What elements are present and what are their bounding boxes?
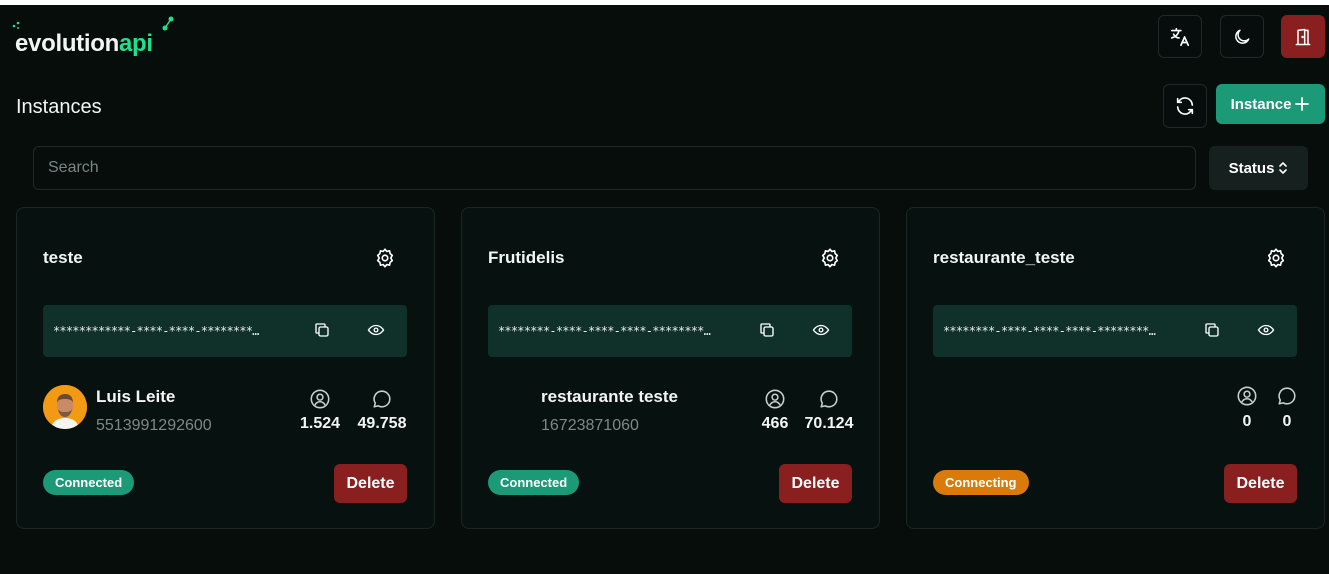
copy-icon[interactable] [313,321,331,339]
evolution-api-logo[interactable]: evolution api [12,16,174,57]
chats-count: 70.124 [804,415,854,432]
avatar-photo-icon [43,385,87,429]
instance-card: Frutidelis ********-****-****-****-*****… [461,207,880,529]
status-badge: Connected [488,470,580,495]
instance-name: restaurante_teste [933,248,1075,267]
instance-card: teste ************-****-****-********… L… [16,207,435,529]
theme-toggle-button[interactable] [1220,15,1264,58]
contacts-icon [765,389,785,409]
logo-dots-icon [12,21,20,29]
chat-bubble-icon [820,390,838,408]
logout-button[interactable] [1281,15,1325,58]
refresh-icon [1176,97,1194,115]
delete-button[interactable]: Delete [334,464,407,503]
chat-bubble-icon [1278,387,1296,405]
moon-icon [1235,29,1250,44]
profile-name: Luis Leite [96,387,176,406]
logo-node-icon [162,16,174,31]
api-token-text: ********-****-****-****-********… [943,324,1156,338]
refresh-button[interactable] [1163,84,1207,128]
translate-icon [1170,27,1190,46]
api-token-box: ************-****-****-********… [43,305,407,357]
plus-icon [1295,97,1310,111]
profile-number: 5513991292600 [96,417,212,434]
contacts-count: 466 [761,415,789,432]
language-button[interactable] [1158,15,1202,58]
delete-button[interactable]: Delete [779,464,852,503]
add-instance-button[interactable]: Instance [1216,84,1325,124]
status-badge: Connecting [933,470,1029,495]
logo-text-api: api [118,30,153,57]
profile-number: 16723871060 [541,417,639,434]
api-token-box: ********-****-****-****-********… [933,305,1297,357]
eye-icon[interactable] [812,321,830,339]
copy-icon[interactable] [1203,321,1221,339]
search-input[interactable] [33,146,1196,190]
top-strip [0,0,1329,5]
api-token-text: ************-****-****-********… [53,324,259,338]
instance-card: restaurante_teste ********-****-****-***… [906,207,1325,529]
contacts-count: 1.524 [299,415,341,432]
api-token-text: ********-****-****-****-********… [498,324,711,338]
instance-name: Frutidelis [488,248,565,267]
eye-icon[interactable] [367,321,385,339]
chats-count: 0 [1282,413,1292,430]
eye-icon[interactable] [1257,321,1275,339]
delete-button[interactable]: Delete [1224,464,1297,503]
copy-icon[interactable] [758,321,776,339]
logo-text-evolution: evolution [15,30,119,57]
settings-gear-icon[interactable] [1265,247,1287,269]
instance-name: teste [43,248,83,267]
avatar [43,385,87,429]
profile-name: restaurante teste [541,387,679,406]
chats-count: 49.758 [357,415,407,432]
api-token-box: ********-****-****-****-********… [488,305,852,357]
status-filter-label: Status [1228,159,1275,177]
door-exit-icon [1295,28,1311,45]
status-badge: Connected [43,470,135,495]
settings-gear-icon[interactable] [374,247,396,269]
contacts-icon [1237,386,1257,406]
chevron-up-down-icon [1279,162,1288,174]
settings-gear-icon[interactable] [819,247,841,269]
chat-bubble-icon [373,390,391,408]
page-title: Instances [16,96,102,118]
status-filter-button[interactable]: Status [1209,146,1308,190]
add-instance-label: Instance [1230,95,1292,113]
contacts-icon [310,389,330,409]
